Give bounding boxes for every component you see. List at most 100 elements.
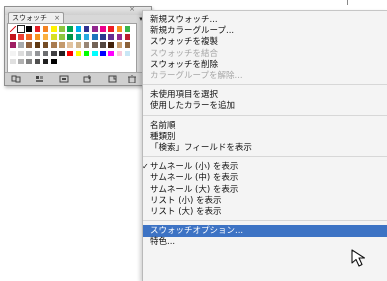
- panel-close-button[interactable]: ×: [129, 5, 135, 13]
- color-swatch[interactable]: [25, 41, 33, 49]
- color-swatch[interactable]: [107, 41, 115, 49]
- menu-item[interactable]: スウォッチを複製: [143, 36, 387, 48]
- color-swatch[interactable]: [99, 57, 107, 66]
- color-swatch[interactable]: [41, 25, 50, 33]
- color-swatch[interactable]: [74, 41, 83, 49]
- color-swatch[interactable]: [74, 33, 83, 41]
- color-swatch[interactable]: [123, 25, 132, 33]
- color-swatch[interactable]: [82, 25, 91, 33]
- color-swatch[interactable]: [25, 25, 33, 33]
- color-swatch[interactable]: [25, 33, 33, 41]
- color-swatch[interactable]: [107, 33, 115, 41]
- menu-item[interactable]: リスト (大) を表示: [143, 206, 387, 218]
- color-swatch[interactable]: [17, 57, 25, 66]
- menu-item[interactable]: スウォッチオプション...: [143, 225, 387, 238]
- color-swatch[interactable]: [41, 49, 50, 58]
- menu-item[interactable]: 新規カラーグループ...: [143, 25, 387, 37]
- color-swatch[interactable]: [91, 57, 99, 66]
- color-swatch[interactable]: [9, 49, 17, 58]
- color-swatch[interactable]: [33, 25, 42, 33]
- color-swatch[interactable]: [115, 41, 124, 49]
- color-swatch[interactable]: [50, 25, 58, 33]
- color-swatch[interactable]: [107, 57, 115, 66]
- color-swatch[interactable]: [123, 33, 132, 41]
- color-swatch[interactable]: [91, 41, 99, 49]
- color-swatch[interactable]: [41, 57, 50, 66]
- color-swatch[interactable]: [66, 41, 74, 49]
- menu-item[interactable]: 名前順: [143, 120, 387, 132]
- tab-swatches-label: スウォッチ: [12, 14, 47, 22]
- color-swatch[interactable]: [50, 57, 58, 66]
- swatch-libraries-menu-icon[interactable]: [11, 75, 21, 83]
- color-swatch[interactable]: [107, 25, 115, 33]
- tab-swatches[interactable]: スウォッチ ×: [8, 12, 64, 23]
- color-swatch[interactable]: [58, 57, 66, 66]
- color-swatch[interactable]: [9, 33, 17, 41]
- menu-item[interactable]: 未使用項目を選択: [143, 89, 387, 101]
- color-swatch[interactable]: [50, 33, 58, 41]
- color-swatch[interactable]: [41, 33, 50, 41]
- new-color-group-icon[interactable]: [83, 75, 93, 83]
- menu-item[interactable]: スウォッチを削除: [143, 59, 387, 71]
- registration-swatch[interactable]: [17, 25, 25, 41]
- menu-item[interactable]: 特色...: [143, 236, 387, 248]
- color-swatch[interactable]: [123, 41, 132, 49]
- color-swatch[interactable]: [82, 57, 91, 66]
- menu-item[interactable]: サムネール (小) を表示: [142, 161, 387, 173]
- color-swatch[interactable]: [115, 49, 124, 58]
- none-swatch[interactable]: [9, 25, 17, 33]
- color-swatch[interactable]: [58, 49, 66, 58]
- color-swatch[interactable]: [99, 25, 107, 33]
- color-swatch[interactable]: [17, 41, 25, 49]
- color-swatch[interactable]: [50, 41, 58, 49]
- color-swatch[interactable]: [91, 33, 99, 41]
- color-swatch[interactable]: [9, 41, 17, 49]
- color-swatch[interactable]: [99, 49, 107, 58]
- menu-item[interactable]: 種類別: [143, 131, 387, 143]
- color-swatch[interactable]: [74, 25, 83, 33]
- color-swatch[interactable]: [115, 33, 124, 41]
- color-swatch[interactable]: [82, 41, 91, 49]
- color-swatch[interactable]: [50, 49, 58, 58]
- color-swatch[interactable]: [25, 57, 33, 66]
- swatch-options-icon[interactable]: [59, 75, 69, 83]
- color-swatch[interactable]: [25, 49, 33, 58]
- color-swatch[interactable]: [66, 49, 74, 58]
- show-swatch-kinds-icon[interactable]: [35, 75, 45, 83]
- color-swatch[interactable]: [33, 49, 42, 58]
- color-swatch[interactable]: [115, 25, 124, 33]
- color-swatch[interactable]: [74, 57, 83, 66]
- trash-icon[interactable]: [127, 74, 137, 84]
- color-swatch[interactable]: [107, 49, 115, 58]
- menu-item[interactable]: リスト (小) を表示: [143, 195, 387, 207]
- new-swatch-icon[interactable]: [108, 75, 118, 83]
- color-swatch[interactable]: [58, 33, 66, 41]
- color-swatch[interactable]: [82, 33, 91, 41]
- menu-item[interactable]: 使用したカラーを追加: [143, 100, 387, 112]
- menu-item[interactable]: 新規スウォッチ...: [143, 14, 387, 26]
- color-swatch[interactable]: [33, 41, 42, 49]
- color-swatch[interactable]: [66, 25, 74, 33]
- color-swatch[interactable]: [115, 57, 124, 66]
- color-swatch[interactable]: [17, 49, 25, 58]
- color-swatch[interactable]: [58, 41, 66, 49]
- color-swatch[interactable]: [99, 33, 107, 41]
- color-swatch[interactable]: [123, 49, 132, 58]
- color-swatch[interactable]: [91, 49, 99, 58]
- color-swatch[interactable]: [82, 49, 91, 58]
- color-swatch[interactable]: [33, 33, 42, 41]
- color-swatch[interactable]: [66, 57, 74, 66]
- color-swatch[interactable]: [66, 33, 74, 41]
- color-swatch[interactable]: [9, 57, 17, 66]
- menu-item[interactable]: 「検索」フィールドを表示: [143, 142, 387, 154]
- menu-item[interactable]: サムネール (大) を表示: [143, 184, 387, 196]
- color-swatch[interactable]: [91, 25, 99, 33]
- color-swatch[interactable]: [33, 57, 42, 66]
- color-swatch[interactable]: [17, 33, 25, 41]
- menu-item[interactable]: サムネール (中) を表示: [143, 172, 387, 184]
- color-swatch[interactable]: [74, 49, 83, 58]
- color-swatch[interactable]: [58, 25, 66, 33]
- color-swatch[interactable]: [99, 41, 107, 49]
- color-swatch[interactable]: [41, 41, 50, 49]
- color-swatch[interactable]: [123, 57, 132, 66]
